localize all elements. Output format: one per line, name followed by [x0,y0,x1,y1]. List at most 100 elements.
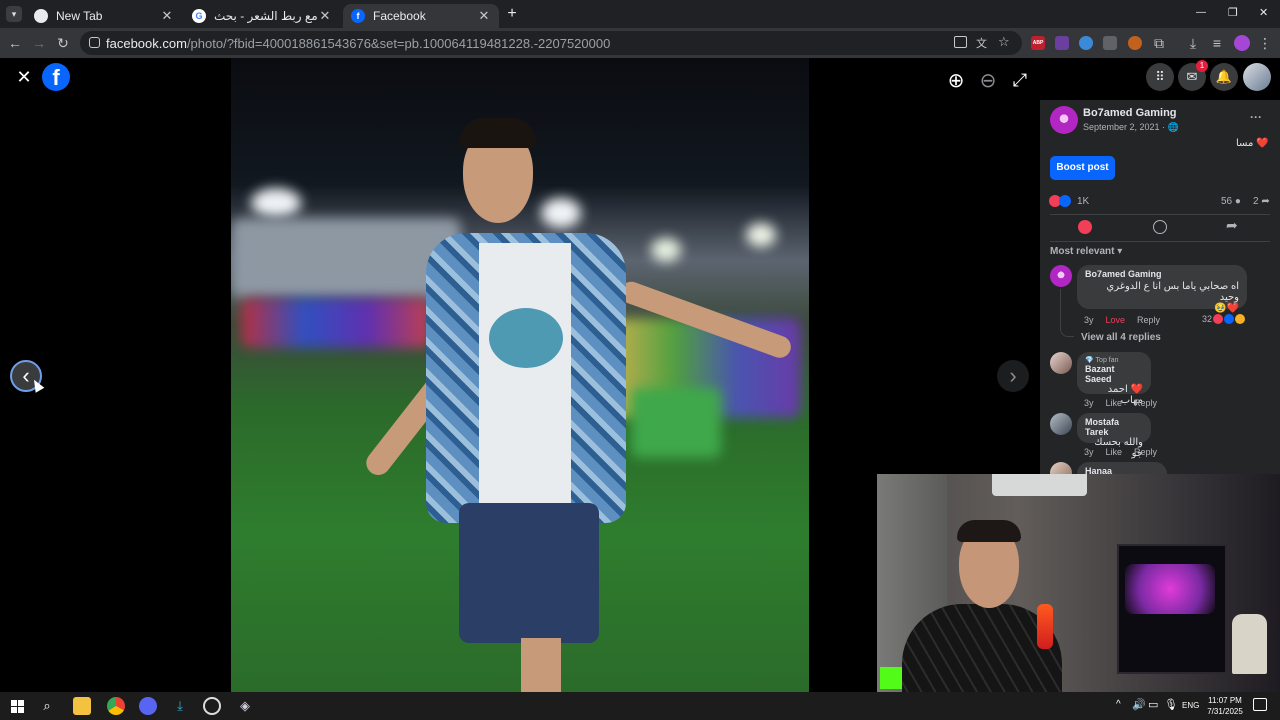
post-photo[interactable] [231,58,809,692]
comments-count[interactable]: 56 ● [1221,196,1241,207]
restore-button[interactable]: ❐ [1228,6,1238,19]
puzzle-extensions-icon[interactable]: ⧉ [1150,34,1168,52]
bookmark-star-icon[interactable]: ☆ [998,34,1010,50]
next-photo-button[interactable]: › [997,360,1029,392]
love-comment-button[interactable]: Love [1106,315,1126,325]
extension-icon[interactable] [1079,36,1093,50]
comment-action-button[interactable] [1153,220,1167,234]
facebook-icon: f [351,9,365,23]
download-icon[interactable]: ⤓ [1184,34,1202,52]
microphone [1037,604,1053,649]
fullscreen-button[interactable]: ⤢ [1004,64,1036,96]
post-date[interactable]: September 2, 2021 · 🌐 [1083,122,1179,133]
reaction-count-text: 32 [1202,314,1213,324]
post-options-button[interactable]: ··· [1250,110,1262,124]
close-window-button[interactable]: ✕ [1259,6,1268,19]
person-hair [460,118,536,148]
commenter-name[interactable]: Mostafa Tarek [1085,417,1143,437]
menu-kebab-icon[interactable]: ⋮ [1256,34,1274,52]
windows-start-icon[interactable] [8,697,26,715]
tab-facebook[interactable]: f Facebook ✕ [343,4,499,28]
forward-button[interactable]: → [30,34,48,52]
kick-logo [880,667,902,689]
google-icon: G [192,9,206,23]
commenter-avatar[interactable] [1050,265,1072,287]
messenger-badge: 1 [1196,60,1208,72]
tab-new-tab[interactable]: New Tab ✕ [26,4,182,28]
close-tab-icon[interactable]: ✕ [160,8,174,24]
profile-avatar[interactable] [1234,35,1250,51]
boost-post-button[interactable]: Boost post [1050,156,1115,180]
zoom-out-button[interactable]: ⊖ [972,64,1004,96]
reply-button[interactable]: Reply [1134,447,1157,457]
url-host: facebook.com [106,35,187,51]
like-comment-button[interactable]: Like [1106,447,1123,457]
account-avatar[interactable] [1243,63,1271,91]
shares-count[interactable]: 2 ➦ [1253,196,1270,207]
new-tab-button[interactable]: + [504,5,520,23]
arrow-right-icon: → [32,35,46,51]
minimize-button[interactable]: — [1196,7,1206,18]
badge-label: Top fan [1095,357,1119,364]
menu-grid-button[interactable]: ⠿ [1146,63,1174,91]
tray-chevron-icon[interactable]: ^ [1116,699,1121,710]
chrome-taskbar-icon[interactable] [107,697,125,715]
adblock-extension-icon[interactable]: ABP [1031,36,1045,50]
reply-button[interactable]: Reply [1137,315,1160,325]
network-icon[interactable]: ▭ [1148,698,1158,711]
like-reaction-icon [1059,195,1071,207]
zoom-in-button[interactable]: ⊕ [940,64,972,96]
translate-icon[interactable]: 文 [976,35,987,51]
language-indicator[interactable]: ENG [1182,701,1199,710]
notifications-button[interactable]: 🔔 [1210,63,1238,91]
discord-icon[interactable] [139,697,157,715]
tab-google-search[interactable]: G دقن مع ربط الشعر - بحث Google ✕ [184,4,340,28]
address-bar[interactable]: facebook.com /photo/?fbid=40001886154367… [80,31,1022,55]
site-info-icon[interactable] [89,37,100,48]
love-action-button[interactable] [1078,220,1092,234]
commenter-name[interactable]: Bo7amed Gaming [1085,269,1239,279]
tab-title: Facebook [373,9,426,23]
comment-meta: 3y Like Reply [1084,398,1157,408]
green-chair-blur [631,388,721,458]
commenter-name[interactable]: Bazant Saeed [1085,364,1143,384]
post-author[interactable]: Bo7amed Gaming [1083,107,1177,119]
reaction-icons[interactable] [1049,195,1071,207]
notification-center-icon[interactable] [1253,698,1267,711]
facebook-logo[interactable]: f [42,63,70,91]
globe-icon: 🌐 [1167,122,1179,132]
view-replies-link[interactable]: View all 4 replies [1081,332,1161,343]
reply-button[interactable]: Reply [1134,398,1157,408]
app-icon[interactable]: ◈ [236,697,254,715]
speaker-icon[interactable]: 🔊 [1132,698,1146,711]
downloader-icon[interactable]: ⤓ [171,697,189,715]
mic-icon[interactable]: 🎙 [1164,698,1178,711]
close-viewer-button[interactable]: ✕ [8,61,40,93]
back-button[interactable]: ← [6,34,24,52]
arrow-left-icon: ← [8,35,22,51]
author-avatar[interactable] [1050,106,1078,134]
windows-taskbar: ⌕ ⤓ ◈ ^ 🔊 ▭ 🎙 ENG 11:07 PM 7/31/2025 [0,692,1280,720]
install-app-icon[interactable] [954,36,967,48]
reactions-count[interactable]: 1K [1077,196,1089,207]
search-icon[interactable]: ⌕ [38,697,56,715]
extension-icon[interactable] [1128,36,1142,50]
file-explorer-icon[interactable] [73,697,91,715]
extension-icon[interactable] [1103,36,1117,50]
close-tab-icon[interactable]: ✕ [318,8,332,24]
obs-icon[interactable] [203,697,221,715]
close-tab-icon[interactable]: ✕ [477,8,491,24]
commenter-avatar[interactable] [1050,413,1072,435]
browser-tab-strip: ▾ New Tab ✕ G دقن مع ربط الشعر - بحث Goo… [0,0,1280,28]
comment-reaction-count[interactable]: 32 [1202,314,1246,324]
comment-sort-dropdown[interactable]: Most relevant ▾ [1050,246,1122,257]
like-comment-button[interactable]: Like [1106,398,1123,408]
reading-list-icon[interactable]: ≡ [1208,34,1226,52]
commenter-avatar[interactable] [1050,352,1072,374]
share-action-button[interactable]: ➦ [1226,217,1238,234]
extension-icon[interactable] [1055,36,1069,50]
tab-search-button[interactable]: ▾ [6,6,22,22]
reload-button[interactable]: ↻ [54,34,72,52]
clock[interactable]: 11:07 PM 7/31/2025 [1205,695,1245,717]
messenger-icon: ✉ [1186,69,1198,84]
